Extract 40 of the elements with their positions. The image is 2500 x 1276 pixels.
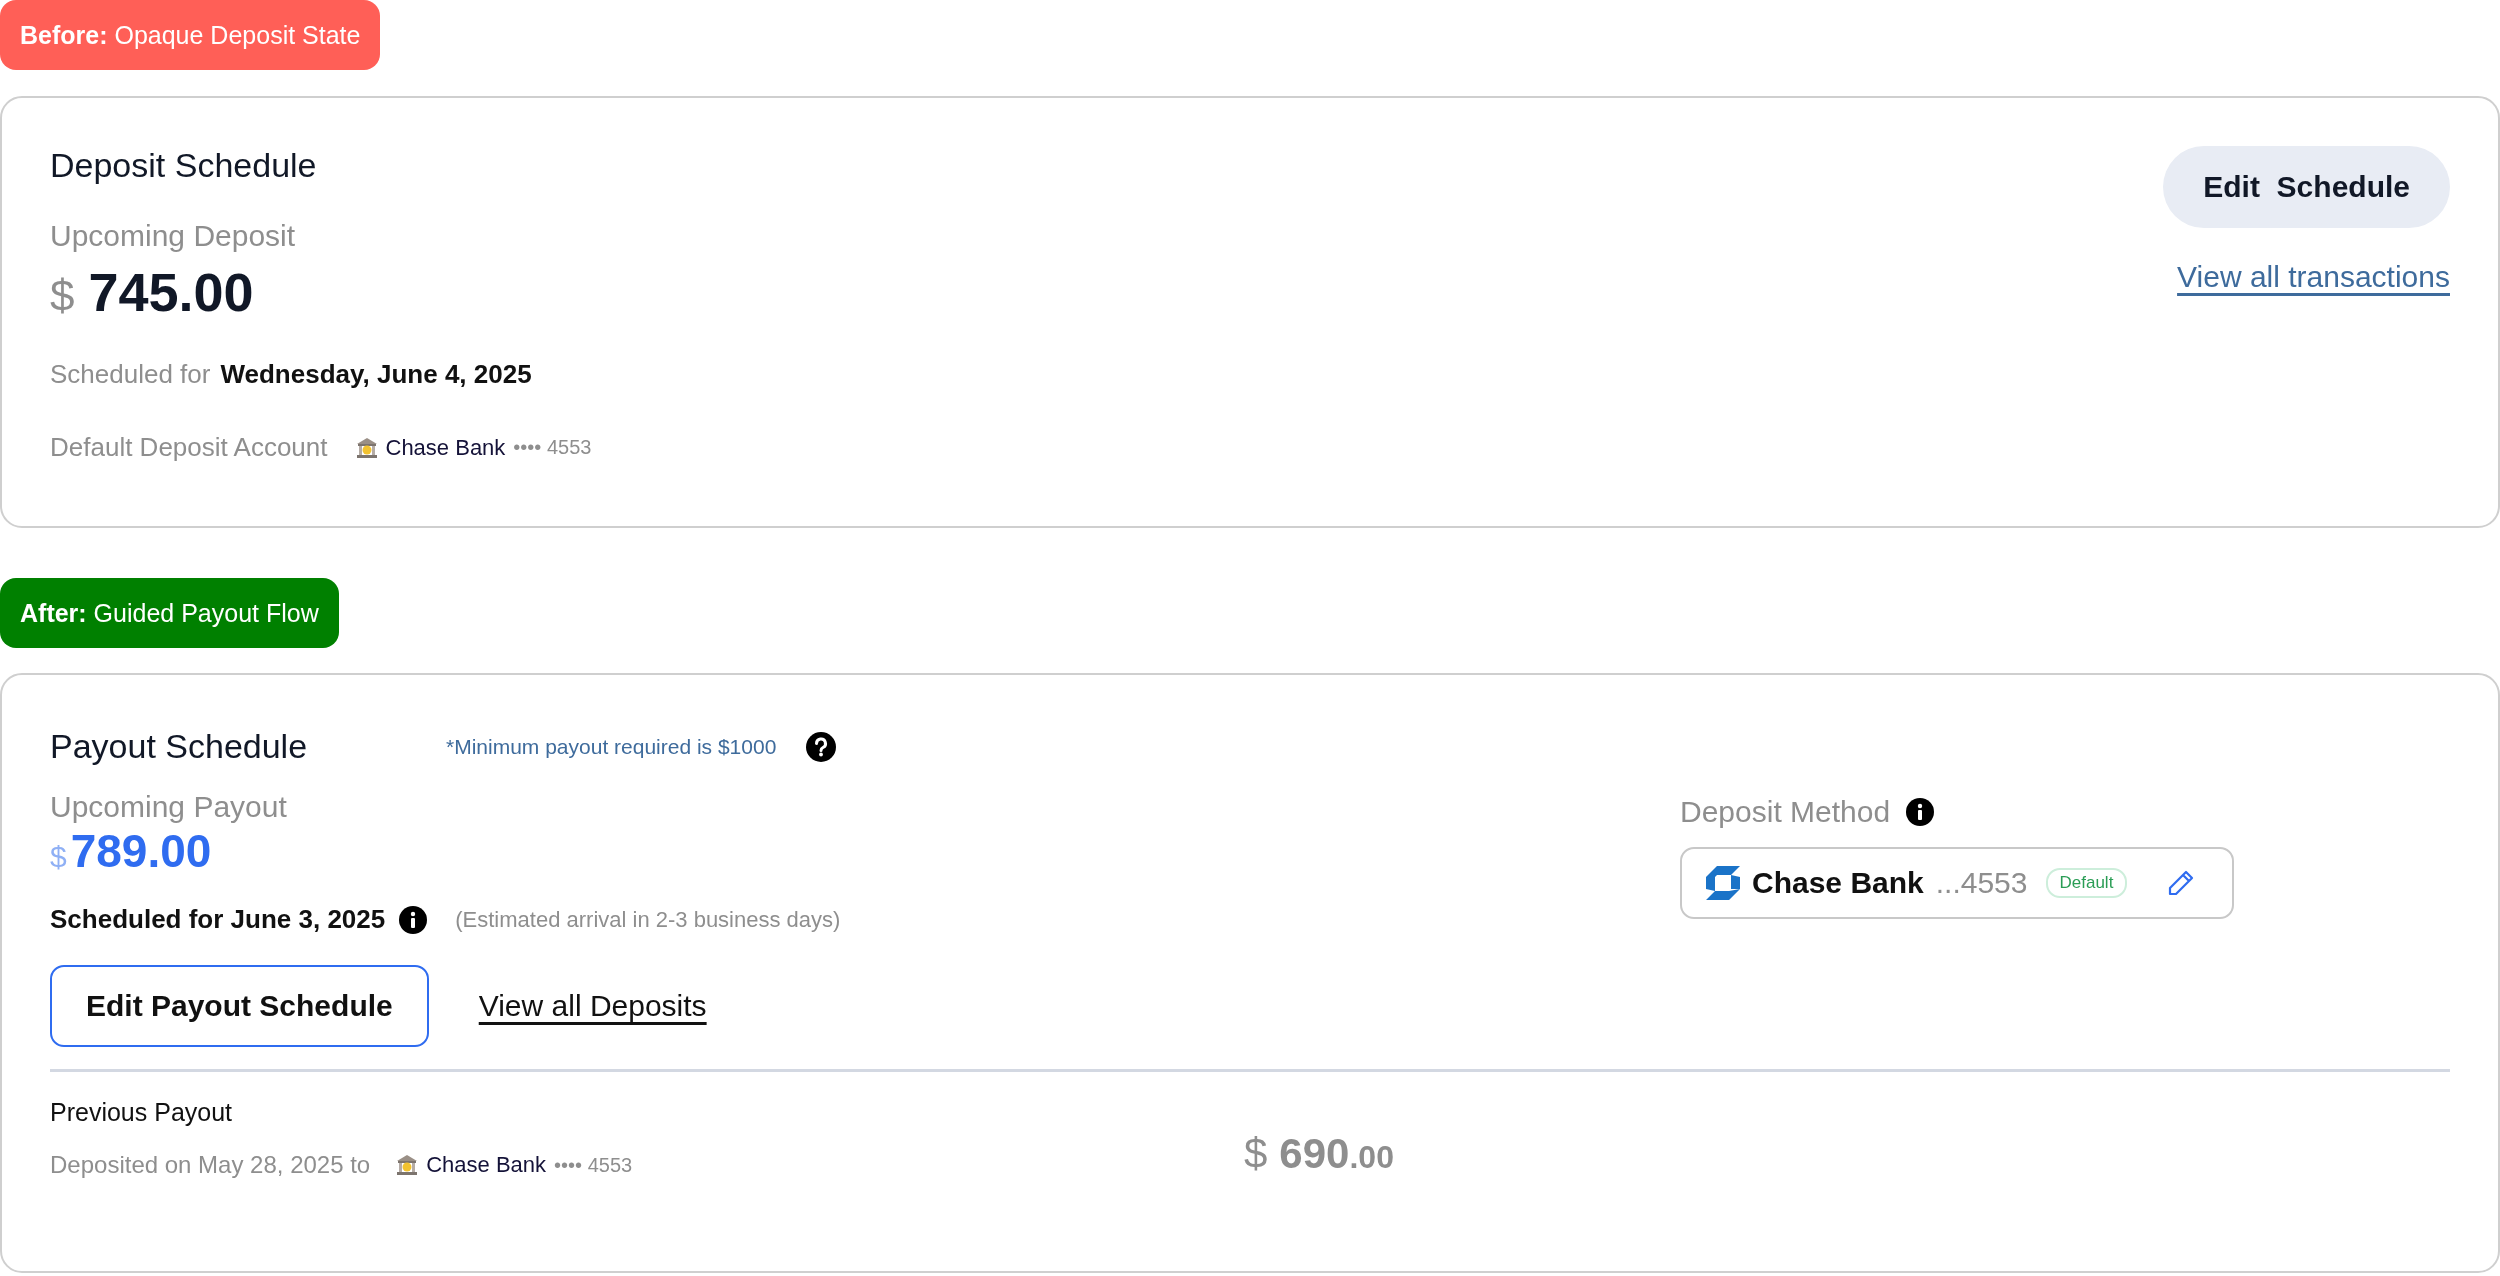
account-number: •••• 4553 (513, 436, 592, 459)
payout-amount: 789.00 (70, 824, 212, 878)
account-label: Default Deposit Account (50, 432, 328, 463)
deposit-method-label: Deposit Method (1680, 795, 1891, 829)
deposit-amount: 745.00 (88, 261, 254, 323)
bank-icon (396, 1154, 419, 1176)
account-number: •••• 4553 (554, 1153, 633, 1177)
help-icon[interactable] (806, 731, 837, 762)
before-label: Before: Opaque Deposit State (0, 0, 381, 70)
bank-name: Chase Bank (426, 1152, 547, 1178)
arrival-note: (Estimated arrival in 2-3 business days) (455, 906, 841, 933)
scheduled-date: Wednesday, June 4, 2025 (220, 359, 532, 390)
currency-symbol: $ (50, 271, 75, 321)
card-title: Payout Schedule (50, 727, 309, 766)
previous-payout-title: Previous Payout (50, 1098, 234, 1127)
info-icon (1906, 798, 1935, 826)
edit-button[interactable] (2167, 869, 2196, 897)
card-title: Deposit Schedule (50, 146, 318, 185)
upcoming-label: Upcoming Deposit (50, 219, 297, 253)
bank-icon (355, 436, 378, 459)
edit-icon (2167, 869, 2196, 897)
minimum-note: *Minimum payout required is $1000 (446, 734, 777, 759)
currency-symbol: $ (1244, 1129, 1268, 1178)
after-label: After: Guided Payout Flow (0, 578, 339, 648)
currency-symbol: $ (50, 840, 67, 874)
view-deposits-link[interactable]: View all Deposits (478, 989, 707, 1023)
bank-name: Chase Bank (1752, 866, 1924, 900)
upcoming-label: Upcoming Payout (50, 790, 288, 824)
account-number: ...4553 (1935, 866, 2028, 900)
info-icon (399, 905, 428, 934)
default-badge: Default (2045, 868, 2128, 898)
bank-logo-icon (1706, 866, 1740, 900)
deposited-label: Deposited on May 28, 2025 to (50, 1151, 371, 1179)
bank-name: Chase Bank (385, 434, 506, 461)
previous-amount: 690.00 (1279, 1129, 1394, 1178)
edit-payout-schedule-button[interactable]: Edit Payout Schedule (50, 965, 429, 1047)
view-transactions-link[interactable]: View all transactions (2177, 260, 2450, 294)
scheduled-date: Scheduled for June 3, 2025 (50, 904, 386, 935)
edit-schedule-button[interactable]: Edit Schedule (2163, 146, 2450, 228)
scheduled-label: Scheduled for (50, 359, 211, 390)
